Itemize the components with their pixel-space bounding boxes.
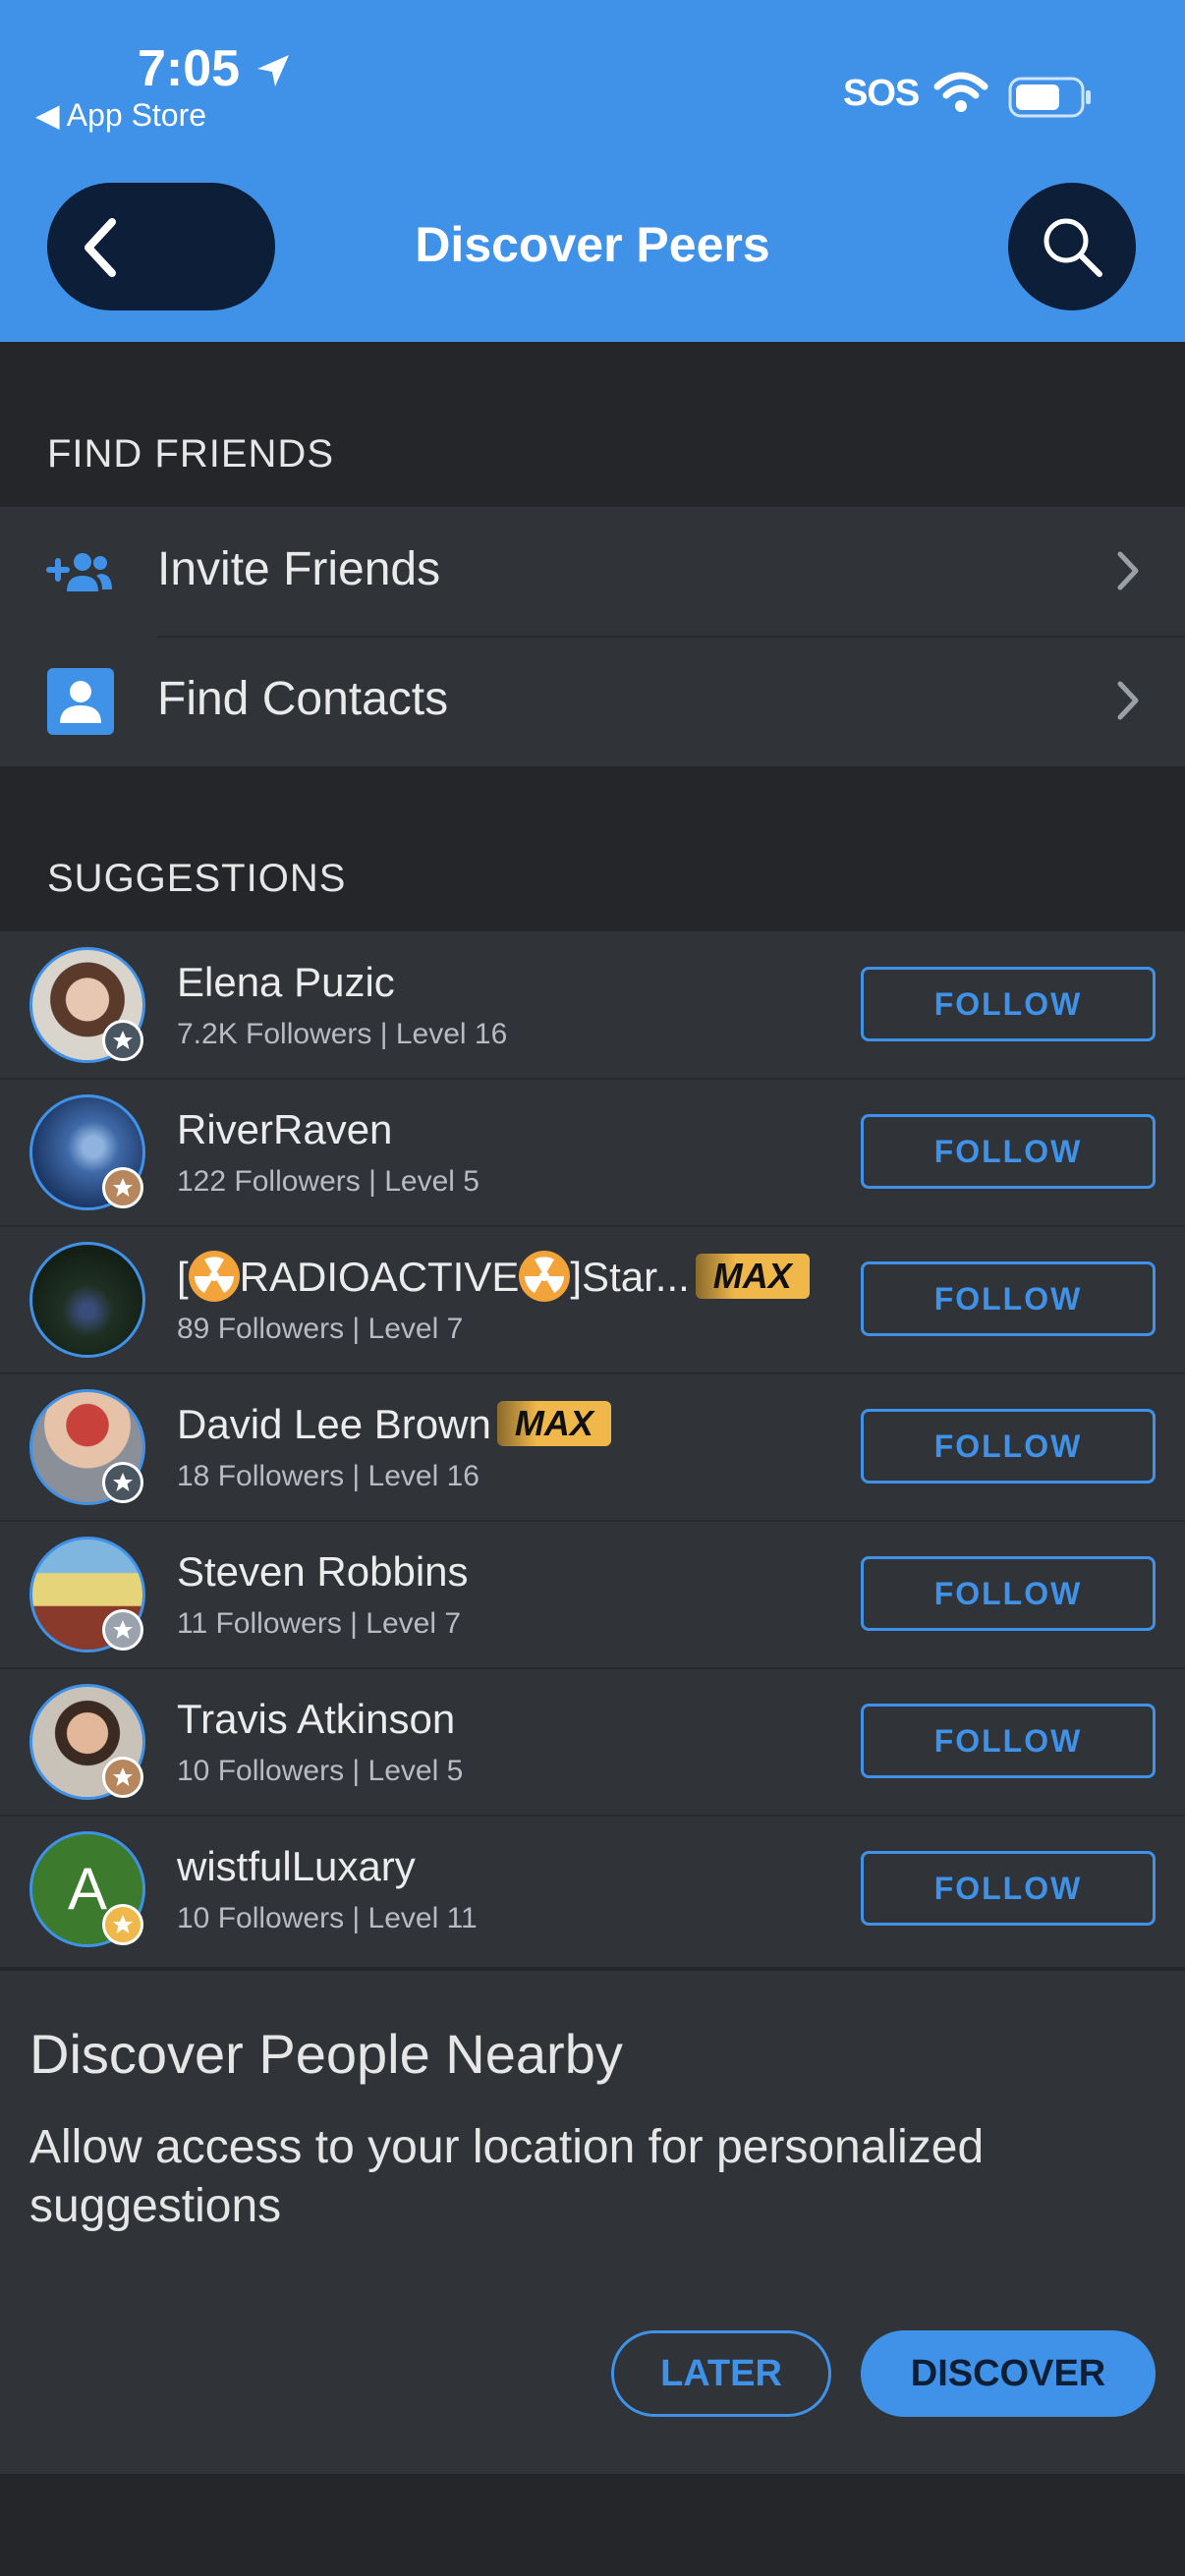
user-stats: 122 Followers | Level 5 <box>177 1165 480 1198</box>
nearby-description: Allow access to your location for person… <box>29 2121 985 2232</box>
user-name: Travis Atkinson <box>177 1696 456 1742</box>
app-header: 7:05 ◀ App Store SOS Discover Peers <box>0 0 1185 342</box>
suggestions-header: SUGGESTIONS <box>47 857 347 900</box>
suggestion-row[interactable]: Elena Puzic 7.2K Followers | Level 16 FO… <box>0 931 1185 1079</box>
bronze-star-badge-icon <box>102 1167 143 1208</box>
follow-button[interactable]: FOLLOW <box>861 1409 1156 1484</box>
location-arrow-icon <box>257 55 289 86</box>
find-contacts-row[interactable]: Find Contacts <box>0 637 1185 766</box>
invite-friends-row[interactable]: Invite Friends <box>0 507 1185 637</box>
silver-star-badge-icon <box>102 1462 143 1503</box>
chevron-right-icon <box>1117 681 1139 720</box>
suggestion-row[interactable]: David Lee Brown MAX 18 Followers | Level … <box>0 1373 1185 1521</box>
search-button[interactable] <box>1008 183 1136 310</box>
radioactive-icon <box>188 1250 240 1302</box>
user-stats: 10 Followers | Level 5 <box>177 1755 464 1787</box>
battery-icon <box>1008 77 1091 118</box>
silver-star-badge-icon <box>102 1609 143 1651</box>
silver-star-badge-icon <box>102 1020 143 1061</box>
user-name: [ RADIOACTIVE ]Star... MAX <box>177 1250 810 1306</box>
status-time: 7:05 <box>138 40 241 97</box>
user-name: RiverRaven <box>177 1106 393 1152</box>
user-name-text: David Lee Brown <box>177 1401 491 1447</box>
find-friends-list: Invite Friends Find Contacts <box>0 507 1185 766</box>
suggestion-row[interactable]: Steven Robbins 11 Followers | Level 7 FO… <box>0 1521 1185 1668</box>
sos-indicator: SOS <box>843 73 920 114</box>
back-to-app-store-link[interactable]: ◀ App Store <box>35 96 206 134</box>
later-button[interactable]: LATER <box>611 2330 831 2417</box>
user-stats: 89 Followers | Level 7 <box>177 1313 464 1345</box>
chevron-right-icon <box>1117 551 1139 590</box>
user-name: David Lee Brown MAX <box>177 1400 611 1450</box>
wifi-icon <box>933 72 988 112</box>
follow-button[interactable]: FOLLOW <box>861 1851 1156 1926</box>
suggestion-row[interactable]: [ RADIOACTIVE ]Star... MAX 89 Followers | L… <box>0 1226 1185 1373</box>
nearby-title: Discover People Nearby <box>29 2023 623 2085</box>
follow-button[interactable]: FOLLOW <box>861 967 1156 1041</box>
find-contacts-label: Find Contacts <box>157 673 449 725</box>
max-badge: MAX <box>695 1253 810 1299</box>
follow-button[interactable]: FOLLOW <box>861 1114 1156 1189</box>
contact-card-icon <box>47 668 114 735</box>
user-name: wistfulLuxary <box>177 1843 416 1889</box>
radioactive-icon <box>519 1250 571 1302</box>
user-stats: 11 Followers | Level 7 <box>177 1607 462 1640</box>
avatar-initial: A <box>67 1856 108 1922</box>
suggestions-list: Elena Puzic 7.2K Followers | Level 16 FO… <box>0 931 1185 1967</box>
bronze-star-badge-icon <box>102 1757 143 1798</box>
suggestion-row[interactable]: RiverRaven 122 Followers | Level 5 FOLLO… <box>0 1079 1185 1226</box>
user-stats: 18 Followers | Level 16 <box>177 1460 480 1492</box>
user-name: Steven Robbins <box>177 1548 469 1595</box>
follow-button[interactable]: FOLLOW <box>861 1261 1156 1336</box>
find-friends-header: FIND FRIENDS <box>47 432 334 476</box>
user-name-middle: RADIOACTIVE <box>239 1254 520 1300</box>
search-icon <box>1044 218 1102 277</box>
suggestion-row[interactable]: Travis Atkinson 10 Followers | Level 5 F… <box>0 1668 1185 1816</box>
user-stats: 10 Followers | Level 11 <box>177 1902 478 1934</box>
user-stats: 7.2K Followers | Level 16 <box>177 1018 508 1050</box>
suggestion-row[interactable]: A wistfulLuxary 10 Followers | Level 11 … <box>0 1816 1185 1963</box>
follow-button[interactable]: FOLLOW <box>861 1556 1156 1631</box>
max-badge: MAX <box>496 1400 611 1446</box>
follow-button[interactable]: FOLLOW <box>861 1704 1156 1778</box>
invite-friends-label: Invite Friends <box>157 543 441 595</box>
discover-nearby-card: Discover People Nearby Allow access to y… <box>0 1971 1185 2474</box>
user-name-prefix: [ <box>177 1254 189 1300</box>
gold-star-badge-icon <box>102 1904 143 1945</box>
add-people-icon <box>46 553 112 591</box>
user-name: Elena Puzic <box>177 959 395 1005</box>
user-name-suffix: ]Star... <box>570 1254 690 1300</box>
discover-button[interactable]: DISCOVER <box>861 2330 1156 2417</box>
avatar[interactable] <box>29 1242 145 1358</box>
